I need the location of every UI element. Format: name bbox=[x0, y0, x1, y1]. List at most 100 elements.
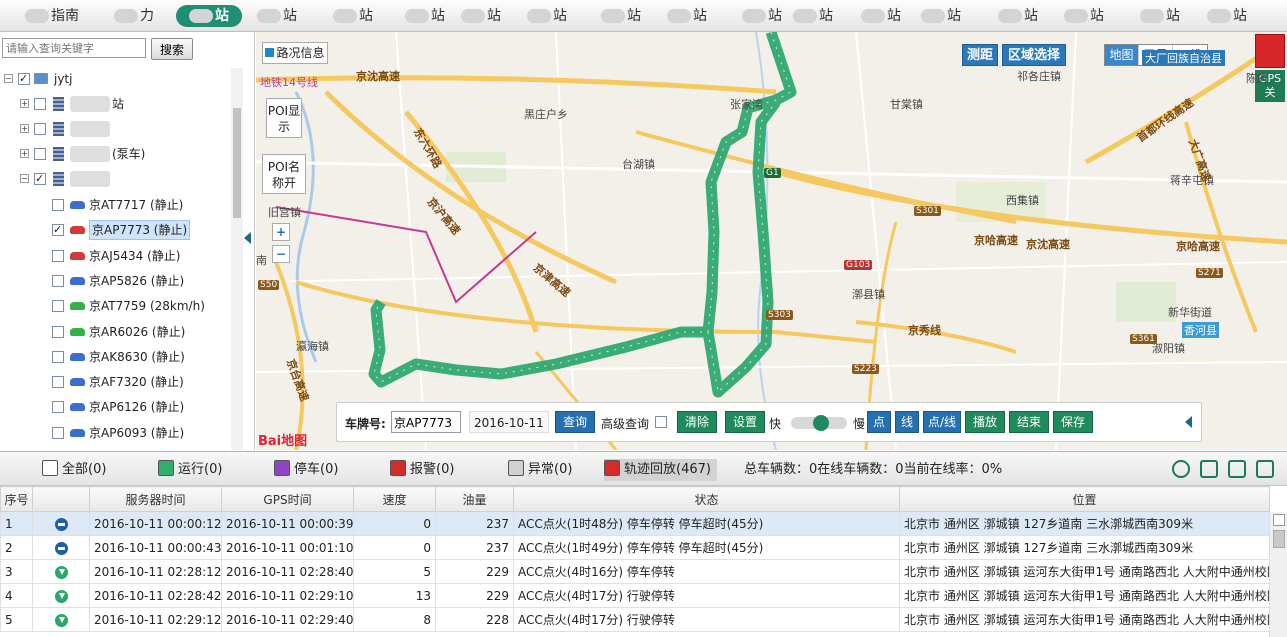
vehicle-checkbox[interactable] bbox=[52, 249, 64, 262]
tree-row[interactable]: 京AT7759 (28km/h) bbox=[0, 295, 230, 317]
collapse-icon[interactable]: − bbox=[20, 174, 29, 183]
tree-row[interactable]: 京AP7773 (静止) bbox=[0, 219, 230, 241]
nav-tab[interactable]: 站 bbox=[990, 5, 1046, 27]
column-header[interactable]: 速度 bbox=[353, 486, 436, 512]
expand-icon[interactable]: + bbox=[20, 149, 29, 158]
maximize-window-icon[interactable] bbox=[1256, 460, 1274, 478]
nav-tab[interactable]: 站 bbox=[1128, 5, 1192, 27]
filter-icon[interactable] bbox=[1200, 460, 1218, 478]
collapse-icon[interactable]: − bbox=[4, 74, 13, 83]
column-header[interactable]: 服务器时间 bbox=[89, 486, 222, 512]
point-mode-button[interactable]: 点 bbox=[867, 411, 891, 433]
vehicle-checkbox[interactable] bbox=[52, 376, 64, 389]
tree-checkbox[interactable] bbox=[34, 123, 46, 135]
sidebar-collapse-icon[interactable] bbox=[244, 232, 251, 244]
expand-icon[interactable]: + bbox=[20, 124, 29, 133]
table-scrollbar-thumb[interactable] bbox=[1273, 530, 1285, 548]
column-header[interactable] bbox=[32, 486, 90, 512]
tree-row[interactable]: 京AP5826 (静止) bbox=[0, 270, 230, 292]
nav-tab[interactable]: 站 bbox=[516, 5, 578, 27]
status-filter-tab[interactable]: 停车(0) bbox=[274, 459, 338, 481]
nav-tab[interactable]: 站 bbox=[1198, 5, 1256, 27]
save-button[interactable]: 保存 bbox=[1053, 411, 1093, 433]
tree-checkbox[interactable] bbox=[18, 68, 30, 90]
date-field[interactable]: 2016-10-11 bbox=[469, 411, 549, 433]
status-filter-tab[interactable]: 轨迹回放(467) bbox=[604, 459, 717, 481]
table-row[interactable]: 3 2016-10-11 02:28:12 2016-10-11 02:28:40 5… bbox=[0, 559, 1270, 584]
nav-tab[interactable]: 站 bbox=[850, 5, 912, 27]
tree-row[interactable]: 京AK8630 (静止) bbox=[0, 346, 230, 368]
speed-slider[interactable] bbox=[791, 415, 847, 431]
table-row[interactable]: 1 2016-10-11 00:00:12 2016-10-11 00:00:39 0… bbox=[0, 511, 1270, 536]
table-scrollbar[interactable] bbox=[1269, 512, 1287, 637]
nav-tab[interactable]: 力 bbox=[100, 5, 168, 27]
tree-checkbox[interactable] bbox=[34, 98, 46, 110]
tree-row[interactable]: 京AP6093 (静止) bbox=[0, 422, 230, 444]
tree-scrollbar-thumb[interactable] bbox=[233, 108, 241, 218]
tree-row[interactable]: + 站 bbox=[0, 93, 230, 115]
query-button[interactable]: 查询 bbox=[555, 411, 595, 433]
area-select-button[interactable]: 区域选择 bbox=[1002, 44, 1066, 66]
vehicle-checkbox[interactable] bbox=[52, 325, 64, 338]
status-filter-tab[interactable]: 运行(0) bbox=[158, 459, 222, 481]
status-filter-tab[interactable]: 全部(0) bbox=[42, 459, 106, 481]
point-line-mode-button[interactable]: 点/线 bbox=[923, 411, 961, 433]
nav-tab[interactable]: 站 bbox=[394, 5, 456, 27]
column-header[interactable]: 位置 bbox=[899, 486, 1270, 512]
vehicle-checkbox[interactable] bbox=[52, 401, 64, 414]
restore-window-icon[interactable] bbox=[1228, 460, 1246, 478]
column-header[interactable]: 序号 bbox=[0, 486, 33, 512]
nav-tab[interactable]: 站 bbox=[656, 5, 718, 27]
settings-gear-icon[interactable] bbox=[1172, 460, 1190, 478]
vehicle-checkbox[interactable] bbox=[52, 426, 64, 439]
table-row[interactable]: 4 2016-10-11 02:28:42 2016-10-11 02:29:10 1… bbox=[0, 583, 1270, 608]
expand-icon[interactable]: + bbox=[20, 99, 29, 108]
nav-tab[interactable]: 站 bbox=[908, 5, 974, 27]
playbar-collapse-icon[interactable] bbox=[1185, 416, 1192, 428]
scroll-up-icon[interactable] bbox=[1273, 514, 1285, 526]
tree-row[interactable]: 京AJ5434 (静止) bbox=[0, 245, 230, 267]
vehicle-checkbox[interactable] bbox=[52, 199, 64, 211]
tree-checkbox[interactable] bbox=[34, 148, 46, 160]
tree-row[interactable]: − bbox=[0, 168, 230, 190]
table-row[interactable]: 5 2016-10-11 02:29:12 2016-10-11 02:29:40 8… bbox=[0, 607, 1270, 632]
map-view[interactable]: 路况信息 POI显示 POI名称开 + − 测距 区域选择 地图 卫星 三维 G… bbox=[256, 32, 1287, 450]
poi-show-button[interactable]: POI显示 bbox=[266, 98, 302, 138]
column-header[interactable]: GPS时间 bbox=[221, 486, 354, 512]
end-button[interactable]: 结束 bbox=[1009, 411, 1049, 433]
search-button[interactable]: 搜索 bbox=[151, 38, 193, 60]
tree-scrollbar[interactable] bbox=[231, 68, 243, 450]
table-row[interactable]: 2 2016-10-11 00:00:43 2016-10-11 00:01:10 0… bbox=[0, 535, 1270, 560]
poi-name-button[interactable]: POI名称开 bbox=[262, 154, 306, 194]
measure-button[interactable]: 测距 bbox=[962, 44, 998, 66]
fullscreen-icon[interactable] bbox=[1255, 34, 1285, 68]
clear-button[interactable]: 清除 bbox=[677, 411, 717, 433]
column-header[interactable]: 油量 bbox=[435, 486, 514, 512]
tree-row[interactable]: + bbox=[0, 118, 230, 140]
tree-checkbox[interactable] bbox=[34, 168, 46, 190]
nav-tab[interactable]: 站 bbox=[782, 5, 844, 27]
tree-row[interactable]: − jytj bbox=[0, 68, 230, 90]
plate-input[interactable] bbox=[391, 411, 461, 433]
speed-slider-knob[interactable] bbox=[813, 415, 829, 431]
status-filter-tab[interactable]: 异常(0) bbox=[508, 459, 572, 481]
vehicle-checkbox[interactable] bbox=[52, 300, 64, 313]
search-input[interactable] bbox=[2, 38, 146, 58]
zoom-in-button[interactable]: + bbox=[272, 223, 290, 241]
zoom-out-button[interactable]: − bbox=[272, 245, 290, 263]
nav-tab[interactable]: 站 bbox=[176, 5, 242, 27]
advanced-query-checkbox[interactable] bbox=[655, 416, 667, 428]
traffic-info-button[interactable]: 路况信息 bbox=[262, 42, 328, 64]
tree-row[interactable]: 京AF7320 (静止) bbox=[0, 371, 230, 393]
tree-row[interactable]: 京AT7717 (静止) bbox=[0, 194, 230, 216]
tree-row[interactable]: + (泵车) bbox=[0, 143, 230, 165]
nav-tab[interactable]: 站 bbox=[452, 5, 510, 27]
vehicle-checkbox[interactable] bbox=[52, 274, 64, 287]
column-header[interactable]: 状态 bbox=[513, 486, 900, 512]
nav-tab[interactable]: 站 bbox=[246, 5, 308, 27]
status-filter-tab[interactable]: 报警(0) bbox=[390, 459, 454, 481]
tree-row[interactable]: 京AR6026 (静止) bbox=[0, 321, 230, 343]
map-type-map[interactable]: 地图 bbox=[1105, 45, 1139, 65]
nav-tab[interactable]: 指南 bbox=[22, 5, 82, 27]
nav-tab[interactable]: 站 bbox=[590, 5, 652, 27]
